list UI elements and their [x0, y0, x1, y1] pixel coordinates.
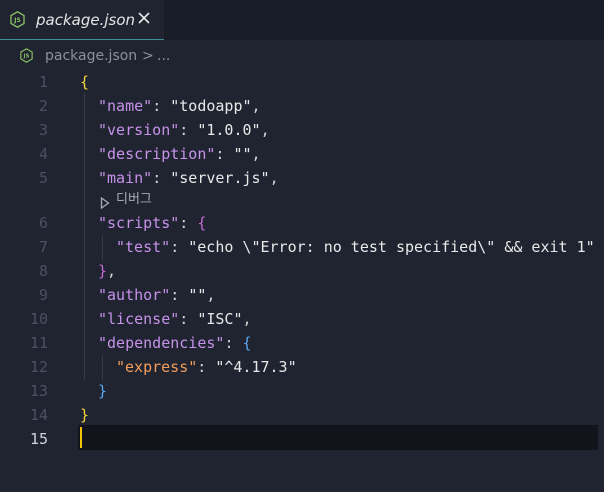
code-line: },: [98, 262, 117, 280]
indent-guide: [102, 236, 103, 260]
breadcrumb-separator: >: [142, 48, 154, 64]
js-icon: JS: [20, 48, 33, 63]
line-number: 14: [29, 406, 48, 424]
line-number: 15: [29, 430, 48, 448]
tab-package-json[interactable]: JS package.json: [0, 0, 164, 40]
editor-tab-bar: JS package.json: [0, 0, 604, 40]
line-number: 3: [38, 121, 48, 139]
indent-guide: [102, 356, 103, 380]
line-number: 2: [38, 97, 48, 115]
line-number: 4: [38, 145, 48, 163]
line-number: 12: [29, 358, 48, 376]
svg-text:JS: JS: [23, 54, 30, 60]
breadcrumb-file[interactable]: package.json: [45, 47, 137, 65]
debug-label: 디버그: [116, 192, 152, 207]
code-line: {: [80, 73, 90, 91]
code-line: "test": "echo \"Error: no test specified…: [116, 238, 595, 256]
code-line: }: [98, 382, 108, 400]
code-line: "description": "",: [98, 145, 261, 163]
line-number: 1: [38, 73, 48, 91]
line-number: 7: [38, 238, 48, 256]
line-number: 5: [38, 169, 48, 187]
line-number: 10: [29, 310, 48, 328]
code-line: "dependencies": {: [98, 334, 252, 352]
breadcrumb: JS package.json > ...: [0, 44, 604, 68]
code-line: "scripts": {: [98, 214, 207, 232]
code-line: "author": "",: [98, 286, 216, 304]
indent-guide: [84, 92, 85, 380]
code-line: "version": "1.0.0",: [98, 121, 270, 139]
line-number: 13: [29, 382, 48, 400]
text-cursor: [80, 427, 82, 448]
code-line: "license": "ISC",: [98, 310, 252, 328]
play-icon: [100, 194, 110, 210]
code-line: "name": "todoapp",: [98, 97, 261, 115]
close-icon[interactable]: [136, 10, 152, 26]
breadcrumb-more[interactable]: ...: [157, 47, 170, 65]
code-line: }: [80, 406, 90, 424]
js-icon: JS: [10, 11, 25, 28]
code-editor[interactable]: 1 2 3 4 5 6 7 8 9 10 11 12 13 14 15 { "n…: [0, 68, 604, 492]
line-number: 11: [29, 334, 48, 352]
line-number: 8: [38, 262, 48, 280]
line-number: 6: [38, 214, 48, 232]
code-line: "main": "server.js",: [98, 169, 279, 187]
current-line-highlight: [78, 425, 598, 450]
svg-text:JS: JS: [13, 17, 21, 24]
code-line: "express": "^4.17.3": [116, 358, 297, 376]
tab-label: package.json: [36, 11, 136, 29]
line-number: 9: [38, 286, 48, 304]
